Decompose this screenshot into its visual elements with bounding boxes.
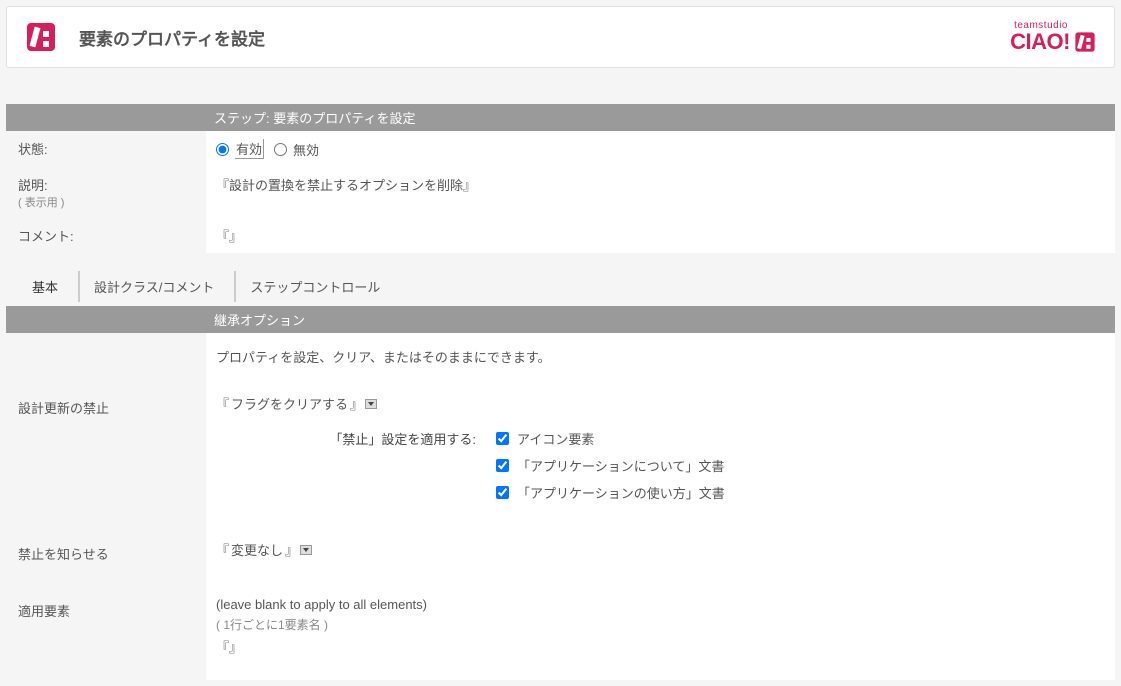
row-apply-elements: 適用要素 (leave blank to apply to all elemen…: [6, 583, 1115, 680]
header-bar: 要素のプロパティを設定 teamstudio CIAO!: [6, 6, 1115, 68]
notify-prohibit-dropdown[interactable]: 『変更なし』: [216, 540, 1105, 559]
check-usage-doc-input[interactable]: [496, 486, 509, 499]
apply-label: 「禁止」設定を適用する:: [216, 429, 496, 502]
header-left: 要素のプロパティを設定: [25, 21, 265, 53]
label-notify-prohibit: 禁止を知らせる: [6, 526, 206, 583]
step-header-title: ステップ: 要素のプロパティを設定: [206, 104, 1115, 131]
label-prohibit-update: 設計更新の禁止: [6, 380, 206, 526]
row-description: 説明: ( 表示用 ) 『設計の置換を禁止するオプションを削除』: [6, 167, 1115, 218]
check-usage-doc[interactable]: 「アプリケーションの使い方」文書: [496, 483, 1105, 502]
chevron-down-icon: [300, 545, 312, 555]
brand-main-text: CIAO!: [1010, 31, 1070, 53]
tab-basic[interactable]: 基本: [18, 271, 72, 302]
radio-disabled[interactable]: 無効: [274, 140, 319, 159]
radio-enabled[interactable]: 有効: [216, 139, 264, 159]
intro-text: プロパティを設定、クリア、またはそのままにできます。: [216, 347, 1105, 366]
page-title: 要素のプロパティを設定: [79, 25, 265, 50]
apply-elements-value[interactable]: 『』: [216, 637, 1105, 656]
brand-logo: teamstudio CIAO!: [1010, 21, 1096, 53]
row-comment: コメント: 『』: [6, 218, 1115, 253]
check-about-doc-input[interactable]: [496, 459, 509, 472]
status-radio-group: 有効 無効: [216, 139, 1105, 159]
chevron-down-icon: [365, 399, 377, 409]
prohibit-update-dropdown[interactable]: 『フラグをクリアする』: [216, 394, 1105, 413]
app-icon: [25, 21, 57, 53]
row-prohibit-update: 設計更新の禁止 『フラグをクリアする』 「禁止」設定を適用する: アイコン要素 …: [6, 380, 1115, 526]
apply-check-list: アイコン要素 「アプリケーションについて」文書 「アプリケーションの使い方」文書: [496, 429, 1105, 502]
check-icon-element[interactable]: アイコン要素: [496, 429, 1105, 448]
tabs-bar: 基本 設計クラス/コメント ステップコントロール: [6, 271, 1115, 302]
label-description-text: 説明:: [18, 178, 48, 193]
row-intro: プロパティを設定、クリア、またはそのままにできます。: [6, 333, 1115, 380]
label-description-sub: ( 表示用 ): [18, 197, 64, 209]
check-about-doc[interactable]: 「アプリケーションについて」文書: [496, 456, 1105, 475]
tab-step-control[interactable]: ステップコントロール: [234, 271, 394, 302]
brand-icon: [1074, 31, 1096, 53]
radio-disabled-label: 無効: [293, 140, 319, 159]
radio-enabled-label: 有効: [235, 139, 264, 159]
radio-enabled-input[interactable]: [216, 143, 229, 156]
radio-disabled-input[interactable]: [274, 143, 287, 156]
step-header: ステップ: 要素のプロパティを設定: [6, 104, 1115, 131]
comment-value[interactable]: 『』: [216, 226, 1105, 245]
tab-design-class[interactable]: 設計クラス/コメント: [78, 271, 228, 302]
label-status: 状態:: [6, 131, 206, 167]
apply-elements-hint: (leave blank to apply to all elements): [216, 597, 1105, 612]
section-inherit-title: 継承オプション: [206, 306, 1115, 333]
description-value[interactable]: 『設計の置換を禁止するオプションを削除』: [216, 175, 1105, 194]
label-apply-elements: 適用要素: [6, 583, 206, 680]
check-icon-element-input[interactable]: [496, 432, 509, 445]
label-description: 説明: ( 表示用 ): [6, 167, 206, 218]
apply-elements-subhint: ( 1行ごとに1要素名 ): [216, 616, 1105, 633]
section-inherit-header: 継承オプション: [6, 306, 1115, 333]
row-status: 状態: 有効 無効: [6, 131, 1115, 167]
label-comment: コメント:: [6, 218, 206, 253]
row-notify-prohibit: 禁止を知らせる 『変更なし』: [6, 526, 1115, 583]
